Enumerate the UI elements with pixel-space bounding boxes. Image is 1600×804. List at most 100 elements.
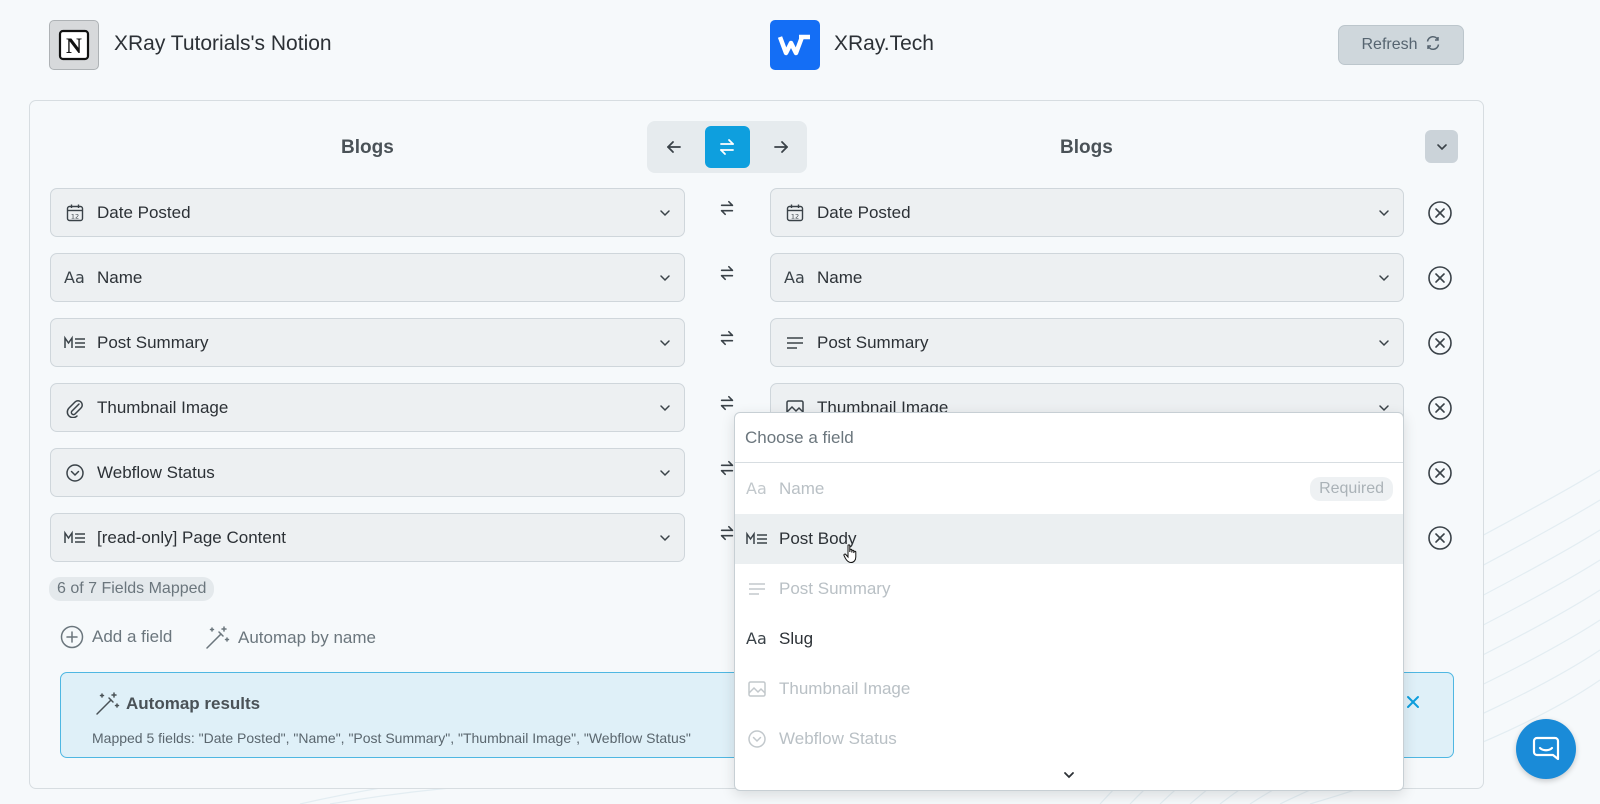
close-circle-icon xyxy=(1428,201,1452,225)
remove-mapping-button[interactable] xyxy=(1426,329,1454,357)
scroll-more-button[interactable] xyxy=(1060,766,1078,784)
text-aa-icon: Aa xyxy=(745,477,769,501)
plus-circle-icon xyxy=(60,625,84,649)
refresh-button[interactable]: Refresh xyxy=(1338,25,1464,65)
target-field-label: Post Summary xyxy=(817,332,929,352)
field-search-box xyxy=(735,413,1403,463)
chat-icon xyxy=(1532,736,1560,761)
dropdown-option-thumbnail-image: Thumbnail Image xyxy=(735,664,1403,714)
remove-mapping-button[interactable] xyxy=(1426,199,1454,227)
close-circle-icon xyxy=(1428,461,1452,485)
dropdown-option-name: Aa Name Required xyxy=(735,464,1403,514)
source-field-label: Name xyxy=(97,267,143,287)
source-field-select[interactable]: Post Summary xyxy=(50,318,685,367)
hand-cursor-icon xyxy=(843,544,857,564)
text-aa-icon: Aa xyxy=(783,266,807,290)
dropdown-option-label: Post Body xyxy=(779,529,857,548)
chevron-down-icon xyxy=(660,339,670,346)
target-field-select[interactable]: Aa Name xyxy=(770,253,1404,302)
svg-text:Aa: Aa xyxy=(746,479,767,498)
source-field-label: Thumbnail Image xyxy=(97,397,229,417)
target-field-select[interactable]: Post Summary xyxy=(770,318,1404,367)
chevron-down-icon xyxy=(660,209,670,216)
chevron-down-icon xyxy=(1379,339,1389,346)
markdown-icon xyxy=(63,526,87,550)
automap-results-title: Automap results xyxy=(126,694,261,713)
svg-text:Aa: Aa xyxy=(746,629,767,648)
dropdown-option-label: Slug xyxy=(779,629,814,648)
refresh-icon xyxy=(1425,35,1441,56)
source-field-select[interactable]: [read-only] Page Content xyxy=(50,513,685,562)
close-circle-icon xyxy=(1428,331,1452,355)
dropdown-option-post-summary: Post Summary xyxy=(735,564,1403,614)
source-field-select[interactable]: 12 Date Posted xyxy=(50,188,685,237)
paragraph-icon xyxy=(783,331,807,355)
close-icon xyxy=(1407,696,1419,708)
svg-text:Aa: Aa xyxy=(784,268,805,287)
target-field-label: Name xyxy=(817,267,863,287)
sync-both-button[interactable] xyxy=(704,126,750,168)
chevron-down-icon xyxy=(660,534,670,541)
remove-mapping-button[interactable] xyxy=(1426,394,1454,422)
arrow-left-icon xyxy=(666,141,681,153)
target-field-label: Date Posted xyxy=(817,202,911,222)
markdown-icon xyxy=(63,331,87,355)
source-collection-title: Blogs xyxy=(341,137,394,158)
swap-arrows-icon xyxy=(716,392,738,414)
source-field-select[interactable]: Thumbnail Image xyxy=(50,383,685,432)
chat-launcher-button[interactable] xyxy=(1516,719,1576,779)
swap-arrows-icon xyxy=(720,139,734,155)
chevron-down-icon xyxy=(1064,772,1074,779)
source-field-select[interactable]: Webflow Status xyxy=(50,448,685,497)
remove-mapping-button[interactable] xyxy=(1426,264,1454,292)
close-automap-results-button[interactable] xyxy=(1404,693,1422,711)
close-circle-icon xyxy=(1428,526,1452,550)
paperclip-icon xyxy=(63,396,87,420)
mapped-count-badge: 6 of 7 Fields Mapped xyxy=(49,577,215,601)
automap-button[interactable]: Automap by name xyxy=(204,625,376,651)
remove-mapping-button[interactable] xyxy=(1426,459,1454,487)
sync-left-button[interactable] xyxy=(651,126,696,168)
source-field-label: Date Posted xyxy=(97,202,191,222)
arrow-right-icon xyxy=(773,141,788,153)
target-collection-title: Blogs xyxy=(1060,137,1113,158)
dropdown-option-label: Name xyxy=(779,479,825,498)
svg-text:12: 12 xyxy=(791,212,799,220)
source-app-name: XRay Tutorials's Notion xyxy=(114,32,332,55)
collapse-button[interactable] xyxy=(1425,130,1458,163)
svg-text:12: 12 xyxy=(71,212,79,220)
chevron-down-icon xyxy=(1436,143,1447,150)
close-circle-icon xyxy=(1428,266,1452,290)
source-field-label: Post Summary xyxy=(97,332,209,352)
circle-chevron-icon xyxy=(63,461,87,485)
magic-wand-icon xyxy=(206,626,230,649)
close-circle-icon xyxy=(1428,396,1452,420)
refresh-label: Refresh xyxy=(1361,36,1418,53)
chevron-down-icon xyxy=(660,404,670,411)
webflow-logo xyxy=(770,20,820,70)
dropdown-option-label: Webflow Status xyxy=(779,729,897,748)
field-chooser-dropdown: Aa Name Required Post Body Post Summary … xyxy=(734,412,1404,791)
text-aa-icon: Aa xyxy=(63,266,87,290)
chevron-down-icon xyxy=(1379,274,1389,281)
magic-wand-icon xyxy=(96,692,120,715)
target-field-select[interactable]: 12 Date Posted xyxy=(770,188,1404,237)
text-aa-icon: Aa xyxy=(745,627,769,651)
sync-right-button[interactable] xyxy=(758,126,803,168)
source-field-label: [read-only] Page Content xyxy=(97,527,287,547)
automap-label: Automap by name xyxy=(238,628,376,647)
dropdown-option-post-body[interactable]: Post Body xyxy=(735,514,1403,564)
required-badge: Required xyxy=(1310,477,1393,501)
swap-arrows-icon xyxy=(716,197,738,219)
add-field-button[interactable]: Add a field xyxy=(60,625,172,649)
calendar-icon: 12 xyxy=(783,201,807,225)
remove-mapping-button[interactable] xyxy=(1426,524,1454,552)
notion-logo: N xyxy=(49,20,99,70)
dropdown-option-slug[interactable]: Aa Slug xyxy=(735,614,1403,664)
sync-direction-toggle xyxy=(647,121,807,173)
field-search-input[interactable] xyxy=(745,427,1393,448)
dropdown-option-label: Thumbnail Image xyxy=(779,679,911,698)
source-field-select[interactable]: Aa Name xyxy=(50,253,685,302)
circle-chevron-icon xyxy=(745,727,769,751)
dropdown-option-webflow-status: Webflow Status xyxy=(735,714,1403,764)
